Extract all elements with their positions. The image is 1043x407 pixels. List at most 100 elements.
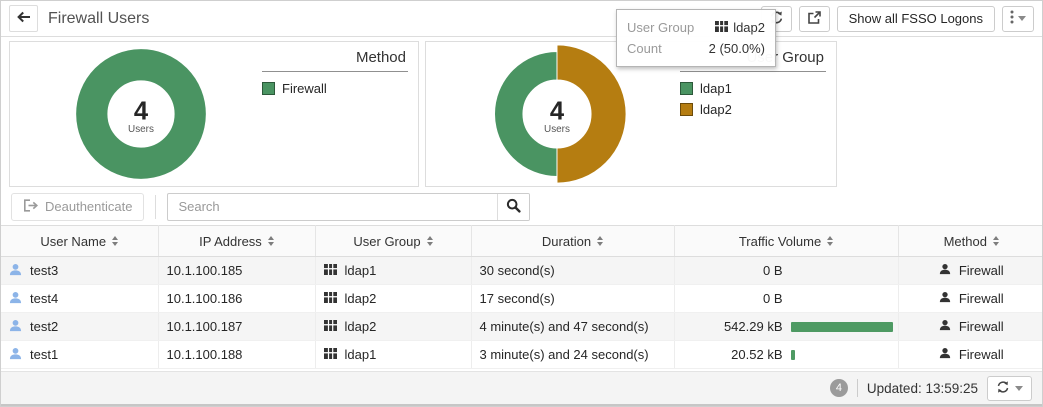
- traffic-volume: 0 B: [683, 263, 783, 278]
- column-header-ip-address[interactable]: IP Address: [158, 226, 315, 257]
- traffic-volume: 20.52 kB: [683, 347, 783, 362]
- ip-address: 10.1.100.187: [167, 319, 243, 334]
- column-header-traffic-volume[interactable]: Traffic Volume: [674, 226, 898, 257]
- auto-refresh-button[interactable]: [987, 376, 1032, 401]
- legend-item-ldap1[interactable]: ldap1: [680, 81, 826, 96]
- user-name: test2: [30, 319, 58, 334]
- firewall-users-page: Firewall Users Show all FSSO Logons: [0, 0, 1043, 407]
- donut-center-value: 4: [550, 98, 565, 126]
- ldap1-swatch: [680, 82, 693, 95]
- column-header-user-group[interactable]: User Group: [315, 226, 471, 257]
- tooltip-row-user-group: User Group ldap2: [627, 17, 765, 38]
- external-link-icon: [807, 10, 822, 28]
- traffic-bar: [791, 350, 795, 360]
- person-icon: [939, 291, 951, 306]
- table-row[interactable]: test4 10.1.100.186 ldap2 17 second(s) 0 …: [1, 285, 1043, 313]
- table-row[interactable]: test3 10.1.100.185 ldap1 30 second(s) 0 …: [1, 257, 1043, 285]
- status-bar: 4 Updated: 13:59:25: [1, 371, 1042, 406]
- user-group-icon: [324, 319, 337, 334]
- tooltip-label: Count: [627, 38, 662, 59]
- user-group-icon: [324, 347, 337, 362]
- chevron-down-icon: [1018, 16, 1026, 21]
- logout-icon: [23, 199, 38, 215]
- method: Firewall: [959, 263, 1004, 278]
- user-icon: [9, 291, 22, 307]
- user-icon: [9, 263, 22, 279]
- user-group: ldap1: [345, 263, 377, 278]
- search-button[interactable]: [497, 194, 529, 220]
- user-group-slice-ldap1: [495, 52, 557, 177]
- footer-divider: [857, 379, 858, 397]
- user-group-donut-chart[interactable]: 4 Users: [484, 43, 630, 185]
- legend-title: Method: [262, 49, 408, 72]
- duration: 3 minute(s) and 24 second(s): [480, 347, 649, 362]
- header-bar: Firewall Users Show all FSSO Logons: [1, 1, 1042, 37]
- column-header-duration[interactable]: Duration: [471, 226, 674, 257]
- back-button[interactable]: [9, 5, 38, 32]
- tooltip-label: User Group: [627, 17, 694, 38]
- tooltip-row-count: Count 2 (50.0%): [627, 38, 765, 59]
- sort-icon: [597, 236, 603, 246]
- donut-center-label: Users: [128, 124, 154, 135]
- traffic-volume: 542.29 kB: [683, 319, 783, 334]
- method-legend: Method Firewall: [262, 49, 408, 102]
- method: Firewall: [959, 291, 1004, 306]
- user-group: ldap2: [345, 319, 377, 334]
- person-icon: [939, 319, 951, 334]
- ip-address: 10.1.100.185: [167, 263, 243, 278]
- donut-center-value: 4: [134, 98, 149, 126]
- sort-icon: [112, 236, 118, 246]
- user-group-icon: [324, 291, 337, 306]
- search-input[interactable]: [168, 194, 497, 220]
- column-header-user-name[interactable]: User Name: [1, 226, 158, 257]
- more-options-button[interactable]: [1002, 6, 1034, 32]
- column-header-method[interactable]: Method: [898, 226, 1043, 257]
- sort-icon: [268, 236, 274, 246]
- tooltip-value: ldap2: [733, 17, 765, 38]
- user-name: test4: [30, 291, 58, 306]
- chart-tooltip: User Group ldap2 Count 2 (50.0%): [616, 9, 776, 67]
- duration: 4 minute(s) and 47 second(s): [480, 319, 649, 334]
- deauthenticate-label: Deauthenticate: [45, 199, 132, 214]
- deauthenticate-button[interactable]: Deauthenticate: [11, 193, 144, 221]
- firewall-swatch: [262, 82, 275, 95]
- legend-label: Firewall: [282, 81, 327, 96]
- ip-address: 10.1.100.188: [167, 347, 243, 362]
- user-name: test1: [30, 347, 58, 362]
- person-icon: [939, 347, 951, 362]
- legend-label: ldap1: [700, 81, 732, 96]
- back-arrow-icon: [17, 11, 31, 26]
- method: Firewall: [959, 319, 1004, 334]
- donut-center-label: Users: [544, 124, 570, 135]
- table-toolbar: Deauthenticate: [1, 191, 1042, 222]
- legend-item-ldap2[interactable]: ldap2: [680, 102, 826, 117]
- refresh-icon: [996, 380, 1010, 397]
- legend-item-firewall[interactable]: Firewall: [262, 81, 408, 96]
- show-fsso-logons-button[interactable]: Show all FSSO Logons: [837, 6, 995, 32]
- kebab-menu-icon: [1010, 10, 1014, 27]
- traffic-bar: [791, 322, 893, 332]
- traffic-volume: 0 B: [683, 291, 783, 306]
- method-chart-panel: 4 Users Method Firewall: [9, 41, 419, 187]
- search-icon: [506, 198, 521, 216]
- user-icon: [9, 319, 22, 335]
- firewall-users-table: User Name IP Address User Group Duration…: [1, 225, 1043, 369]
- row-count-badge: 4: [830, 379, 848, 397]
- sort-icon: [993, 236, 999, 246]
- user-group-icon: [324, 263, 337, 278]
- ip-address: 10.1.100.186: [167, 291, 243, 306]
- user-group: ldap1: [345, 347, 377, 362]
- toolbar-divider: [155, 195, 156, 219]
- table-row[interactable]: test1 10.1.100.188 ldap1 3 minute(s) and…: [1, 341, 1043, 369]
- updated-timestamp: Updated: 13:59:25: [867, 381, 978, 396]
- method-donut-chart[interactable]: 4 Users: [68, 43, 214, 185]
- open-in-window-button[interactable]: [799, 6, 830, 32]
- sort-icon: [827, 236, 833, 246]
- table-header-row: User Name IP Address User Group Duration…: [1, 226, 1043, 257]
- user-icon: [9, 347, 22, 363]
- header-actions: Show all FSSO Logons: [761, 6, 1034, 32]
- sort-icon: [427, 236, 433, 246]
- table-row[interactable]: test2 10.1.100.187 ldap2 4 minute(s) and…: [1, 313, 1043, 341]
- user-name: test3: [30, 263, 58, 278]
- legend-label: ldap2: [700, 102, 732, 117]
